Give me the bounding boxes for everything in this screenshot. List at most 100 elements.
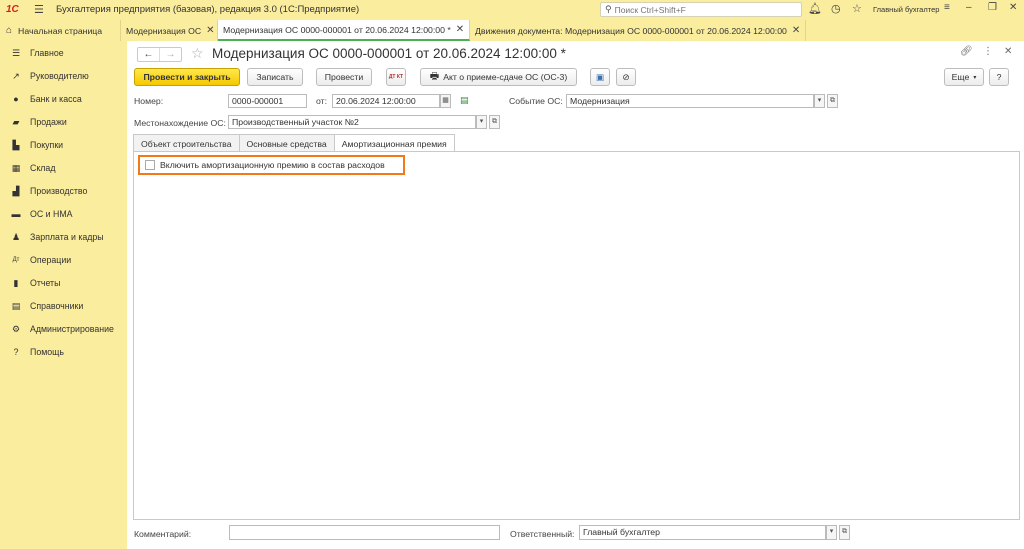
tab-document-movements[interactable]: Движения документа: Модернизация ОС 0000… — [470, 20, 806, 41]
document-form: ← → ☆ Модернизация ОС 0000-000001 от 20.… — [127, 41, 1024, 549]
coin-icon: ● — [13, 94, 19, 104]
date-check-icon[interactable]: ▤ — [460, 95, 469, 106]
close-form-icon[interactable]: ✕ — [1004, 46, 1012, 57]
tab-modernization-list[interactable]: Модернизация ОС ✕ — [121, 20, 218, 41]
search-input[interactable] — [614, 4, 785, 15]
act-os3-print-button[interactable]: 🖶︎ Акт о приеме-сдаче ОС (ОС-3) — [420, 68, 577, 86]
search-icon: ⚲ — [605, 4, 612, 14]
forward-arrow-icon[interactable]: → — [159, 48, 181, 61]
close-window-icon[interactable]: ✕ — [1009, 2, 1017, 13]
sidebar-item-references[interactable]: ▤ Справочники — [0, 297, 127, 315]
main-menu-icon[interactable]: ☰ — [34, 3, 48, 16]
location-dropdown-icon[interactable]: ▾ — [476, 115, 487, 129]
more-vertical-icon[interactable]: ⋮ — [983, 46, 993, 57]
responsible-field[interactable]: Главный бухгалтер — [579, 525, 826, 540]
sidebar-item-warehouse[interactable]: ▦ Склад — [0, 159, 127, 177]
attach-file-button[interactable]: ⊘ — [616, 68, 636, 86]
sidebar-item-administration[interactable]: ⚙ Администрирование — [0, 320, 127, 338]
highlight-frame: Включить амортизационную премию в состав… — [138, 155, 405, 175]
page-title: Модернизация ОС 0000-000001 от 20.06.202… — [212, 46, 566, 61]
book-icon: ▤ — [11, 300, 21, 311]
sidebar-item-label: Банк и касса — [30, 94, 82, 104]
minimize-icon[interactable]: – — [966, 2, 972, 13]
date-label: от: — [316, 96, 328, 106]
help-icon: ? — [13, 347, 19, 357]
favorite-star-icon[interactable]: ☆ — [191, 45, 204, 62]
act-os3-label: Акт о приеме-сдаче ОС (ОС-3) — [443, 72, 568, 82]
close-tab-icon[interactable]: ✕ — [456, 24, 464, 35]
sidebar-item-label: Продажи — [30, 117, 67, 127]
bell-icon[interactable]: 🔔︎ — [808, 2, 822, 15]
app-logo: 1С — [6, 4, 19, 15]
sidebar-item-fixed-assets[interactable]: ▬ ОС и НМА — [0, 205, 127, 223]
sidebar-item-label: ОС и НМА — [30, 209, 73, 219]
back-arrow-icon[interactable]: ← — [138, 48, 159, 61]
report-icon: ▮ — [13, 277, 19, 288]
sidebar-item-bank[interactable]: ● Банк и касса — [0, 90, 127, 108]
comment-field[interactable] — [229, 525, 500, 540]
close-tab-icon[interactable]: ✕ — [792, 25, 800, 36]
link-icon[interactable]: 🔗︎ — [960, 46, 973, 57]
current-user[interactable]: Главный бухгалтер — [873, 5, 939, 14]
include-bonus-checkbox[interactable] — [145, 160, 155, 170]
save-button[interactable]: Записать — [247, 68, 303, 86]
app-title: Бухгалтерия предприятия (базовая), редак… — [56, 4, 360, 15]
include-bonus-label[interactable]: Включить амортизационную премию в состав… — [160, 160, 385, 170]
event-field[interactable]: Модернизация — [566, 94, 814, 108]
close-tab-icon[interactable]: ✕ — [206, 25, 214, 36]
sidebar-item-purchases[interactable]: ▙ Покупки — [0, 136, 127, 154]
sidebar-item-operations[interactable]: Дт Операции — [0, 251, 127, 269]
responsible-open-icon[interactable]: ⧉ — [839, 525, 850, 540]
favorites-star-icon[interactable]: ☆ — [852, 2, 862, 15]
sidebar-item-help[interactable]: ? Помощь — [0, 343, 127, 361]
event-open-icon[interactable]: ⧉ — [827, 94, 838, 108]
tab-construction-object[interactable]: Объект строительства — [133, 134, 240, 152]
help-button[interactable]: ? — [989, 68, 1009, 86]
settings-menu-icon[interactable]: ≡ — [944, 2, 950, 13]
sidebar-item-label: Руководителю — [30, 71, 89, 81]
sidebar-item-main[interactable]: ☰ Главное — [0, 44, 127, 62]
sidebar-item-label: Справочники — [30, 301, 84, 311]
event-dropdown-icon[interactable]: ▾ — [814, 94, 825, 108]
printer-icon: 🖶︎ — [429, 70, 440, 82]
tab-home-label: Начальная страница — [18, 25, 103, 36]
depreciation-bonus-panel: Включить амортизационную премию в состав… — [133, 151, 1020, 520]
history-icon[interactable]: ◷ — [831, 2, 841, 15]
sidebar-item-reports[interactable]: ▮ Отчеты — [0, 274, 127, 292]
sidebar-item-payroll[interactable]: ♟ Зарплата и кадры — [0, 228, 127, 246]
date-field[interactable]: 20.06.2024 12:00:00 — [332, 94, 440, 108]
tab-fixed-assets[interactable]: Основные средства — [238, 134, 335, 152]
number-field[interactable]: 0000-000001 — [228, 94, 307, 108]
global-search[interactable]: ⚲ — [600, 2, 802, 17]
report-structure-button[interactable]: ▣ — [590, 68, 610, 86]
tab-home[interactable]: ⌂ Начальная страница — [0, 20, 121, 41]
menu-icon: ☰ — [11, 47, 21, 58]
post-and-close-button[interactable]: Провести и закрыть — [134, 68, 240, 86]
location-field[interactable]: Производственный участок №2 — [228, 115, 476, 129]
sidebar-item-label: Склад — [30, 163, 56, 173]
sections-sidebar: ☰ Главное ↗ Руководителю ● Банк и касса … — [0, 41, 127, 549]
maximize-icon[interactable]: ❐ — [988, 2, 997, 13]
tab-label: Модернизация ОС 0000-000001 от 20.06.202… — [223, 24, 451, 35]
sidebar-item-label: Помощь — [30, 347, 64, 357]
factory-icon: ▟ — [12, 185, 20, 196]
sidebar-item-label: Отчеты — [30, 278, 61, 288]
location-open-icon[interactable]: ⧉ — [489, 115, 500, 129]
sidebar-item-production[interactable]: ▟ Производство — [0, 182, 127, 200]
open-windows-tabs: ⌂ Начальная страница Модернизация ОС ✕ М… — [0, 20, 1024, 41]
calendar-icon[interactable]: ▦ — [440, 94, 451, 108]
chevron-down-icon: ▾ — [973, 74, 977, 81]
sidebar-item-label: Покупки — [30, 140, 64, 150]
sidebar-item-label: Операции — [30, 255, 72, 265]
dt-kt-button[interactable]: ДТ КТ — [386, 68, 406, 86]
more-button[interactable]: Еще ▾ — [944, 68, 984, 86]
tab-modernization-document[interactable]: Модернизация ОС 0000-000001 от 20.06.202… — [218, 20, 470, 41]
number-label: Номер: — [134, 96, 164, 106]
event-label: Событие ОС: — [509, 96, 563, 106]
sidebar-item-sales[interactable]: ▰ Продажи — [0, 113, 127, 131]
bag-icon: ▰ — [12, 116, 20, 127]
post-button[interactable]: Провести — [316, 68, 372, 86]
responsible-dropdown-icon[interactable]: ▾ — [826, 525, 837, 540]
sidebar-item-label: Производство — [30, 186, 88, 196]
sidebar-item-manager[interactable]: ↗ Руководителю — [0, 67, 127, 85]
